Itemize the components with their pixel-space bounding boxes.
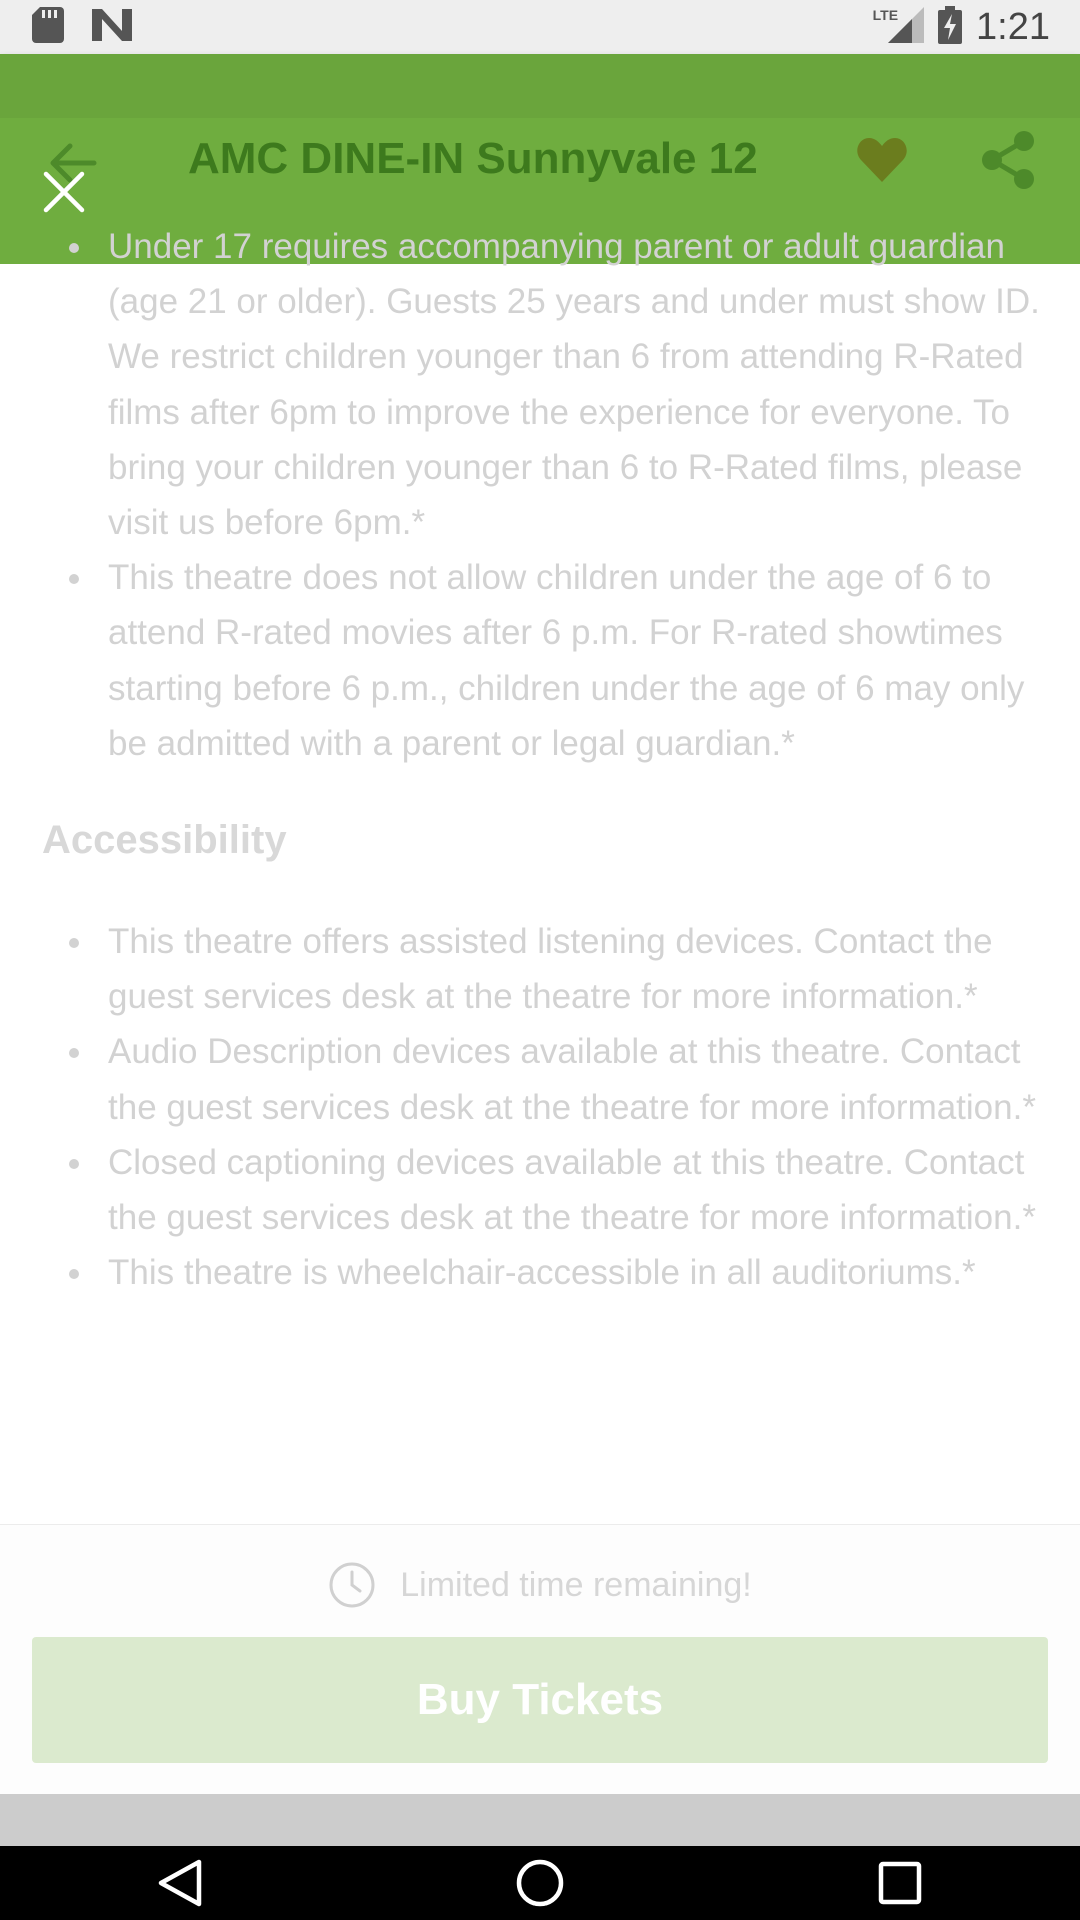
clock-icon [329, 1562, 375, 1608]
navigation-bar [0, 1846, 1080, 1920]
page-title: AMC DINE-IN Sunnyvale 12 [188, 134, 758, 183]
theatre-info-content[interactable]: Under 17 requires accompanying parent or… [0, 227, 1080, 1524]
list-item: This theatre is wheelchair-accessible in… [0, 1245, 1080, 1300]
list-item: This theatre does not allow children und… [0, 550, 1080, 771]
nav-back-button[interactable] [150, 1853, 210, 1913]
clock-time: 1:21 [976, 5, 1050, 48]
nav-home-button[interactable] [510, 1853, 570, 1913]
share-button[interactable] [980, 130, 1036, 190]
battery-icon [938, 5, 963, 49]
sd-card-icon [32, 6, 64, 48]
limited-time-text: Limited time remaining! [400, 1565, 752, 1604]
favorite-button[interactable] [856, 136, 908, 184]
n-logo-icon [92, 8, 132, 46]
status-bar-left [32, 6, 160, 48]
list-item: Closed captioning devices available at t… [0, 1135, 1080, 1245]
bottom-band [0, 1794, 1080, 1846]
heart-icon [857, 138, 907, 182]
status-bar: LTE 1:21 [0, 0, 1080, 54]
status-bar-right: LTE 1:21 [872, 5, 1050, 49]
square-recents-icon [878, 1861, 922, 1905]
share-icon [982, 131, 1034, 189]
list-item: This theatre offers assisted listening d… [0, 914, 1080, 1024]
nav-recents-button[interactable] [870, 1853, 930, 1913]
network-type: LTE [872, 7, 899, 23]
limited-time-row: Limited time remaining! [0, 1555, 1080, 1615]
circle-home-icon [516, 1859, 564, 1907]
close-button[interactable] [40, 168, 88, 216]
title-row: AMC DINE-IN Sunnyvale 12 [0, 106, 1080, 216]
accessibility-list: This theatre offers assisted listening d… [0, 914, 1080, 1300]
list-item: Audio Description devices available at t… [0, 1024, 1080, 1134]
policy-list: Under 17 requires accompanying parent or… [0, 219, 1080, 771]
buy-tickets-button[interactable]: Buy Tickets [32, 1637, 1048, 1763]
list-item: Under 17 requires accompanying parent or… [0, 219, 1080, 550]
close-icon [43, 171, 85, 213]
buy-panel: Limited time remaining! Buy Tickets [0, 1524, 1080, 1794]
accessibility-heading: Accessibility [42, 818, 287, 862]
triangle-back-icon [158, 1859, 202, 1907]
